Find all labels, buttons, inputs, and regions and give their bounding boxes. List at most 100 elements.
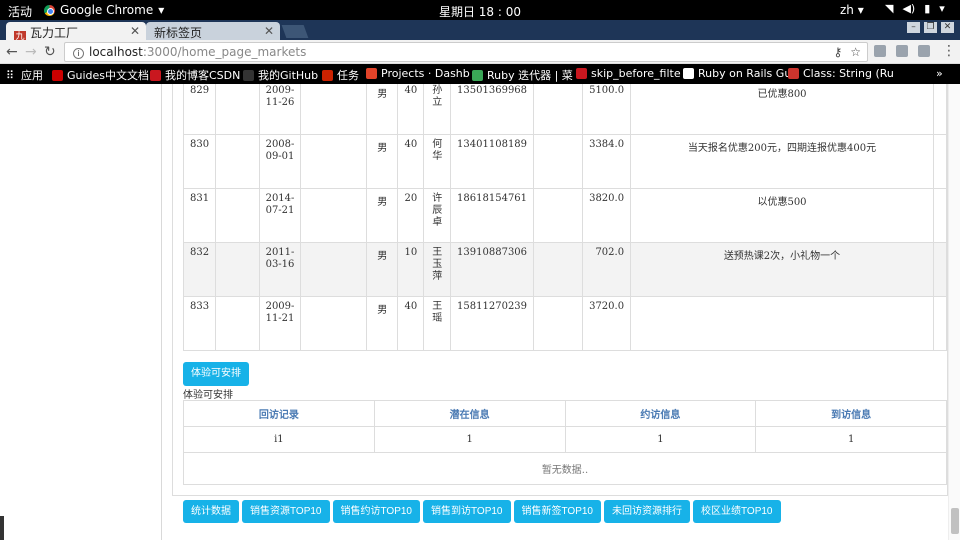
close-tab-icon[interactable]: ✕ [130, 24, 140, 38]
extension-icon[interactable] [896, 45, 908, 57]
content-panel: 829 2009- 11-26 男 40 孙立 13501369968 5100.0 已优惠80… [172, 84, 948, 523]
campus-performance-top10-button[interactable]: 校区业绩TOP10 [693, 500, 781, 523]
reload-icon[interactable]: ↻ [44, 44, 56, 60]
record-id: 831 [182, 188, 217, 243]
ruby-icon [788, 68, 799, 79]
back-icon[interactable]: ← [6, 44, 18, 60]
bookmark-item[interactable]: 我的博客CSDN [150, 67, 240, 83]
wifi-icon: ◥ [885, 2, 894, 15]
empty-cell [533, 188, 584, 243]
forward-icon[interactable]: → [25, 44, 37, 60]
star-icon[interactable]: ☆ [850, 45, 861, 59]
record-name-part: 辰 [432, 205, 443, 216]
empty-cell [533, 242, 584, 297]
minimize-icon[interactable]: – [907, 22, 920, 33]
bookmark-item[interactable]: skip_before_filte [576, 67, 681, 80]
bookmark-label: Ruby 迭代器 | 菜 [487, 69, 573, 82]
bookmark-item[interactable]: Guides中文文档 [52, 67, 149, 83]
bookmark-item[interactable]: Projects · Dashb [366, 67, 470, 80]
table-cell: 1 [373, 426, 566, 453]
empty-cell [533, 84, 584, 135]
bookmark-item[interactable]: ⠿ 应用 [6, 67, 43, 83]
system-tray[interactable]: ◥ ◀) ▮ ▾ [885, 2, 945, 15]
empty-cell [932, 84, 948, 135]
address-bar[interactable]: i localhost:3000/home_page_markets ⚷ ☆ [64, 42, 868, 62]
empty-cell [533, 134, 584, 189]
sales-resource-top10-button[interactable]: 销售资源TOP10 [242, 500, 330, 523]
empty-cell [300, 84, 368, 135]
input-language[interactable]: zh ▾ [840, 3, 864, 17]
record-price: 3384.0 [582, 134, 632, 189]
scrollbar-thumb[interactable] [951, 508, 959, 534]
unvisited-resource-ranking-button[interactable]: 未回访资源排行 [604, 500, 690, 523]
record-gender: 男 [366, 84, 399, 135]
table-cell: i1 [183, 426, 375, 453]
chevron-down-icon: ▾ [939, 2, 945, 15]
sales-appointment-top10-button[interactable]: 销售约访TOP10 [332, 500, 420, 523]
record-id: 832 [182, 242, 217, 297]
record-price: 702.0 [582, 242, 632, 297]
tab-strip: 九瓦力工厂 ✕ 新标签页 ✕ – ❐ ✕ [0, 20, 960, 43]
column-header-arrival-info[interactable]: 到访信息 [755, 400, 947, 427]
sales-signing-top10-button[interactable]: 销售新签TOP10 [513, 500, 601, 523]
record-phone: 15811270239 [450, 296, 535, 351]
bookmarks-bar: ⠿ 应用 Guides中文文档 我的博客CSDN 我的GitHub 任务 Projects … [0, 64, 960, 84]
bookmark-item[interactable]: Class: String (Ru [788, 67, 894, 80]
record-name-part: 许 [432, 193, 443, 204]
info-icon[interactable]: i [73, 48, 84, 59]
table-row: 830 2008- 09-01 男 40 何华 13401108189 3384.0 当天报名优… [182, 134, 948, 189]
empty-cell [215, 134, 260, 189]
statistics-button[interactable]: 统计数据 [183, 500, 239, 523]
bookmark-label: Ruby on Rails Gu [698, 67, 792, 80]
trial-info-table: 回访记录 潜在信息 约访信息 到访信息 i1 1 1 1 暂无数据.. [183, 400, 947, 485]
csdn-icon [576, 68, 587, 79]
volume-icon: ◀) [902, 2, 916, 15]
tab-active[interactable]: 九瓦力工厂 ✕ [6, 22, 146, 43]
more-bookmarks-icon[interactable]: » [936, 67, 943, 80]
system-top-bar: 活动 Google Chrome ▾ 星期日 18 : 00 zh ▾ ◥ ◀)… [0, 0, 960, 20]
bookmark-label: Guides中文文档 [67, 69, 150, 82]
close-window-icon[interactable]: ✕ [941, 22, 954, 33]
record-gender: 男 [366, 134, 399, 189]
empty-cell [215, 188, 260, 243]
bookmark-item[interactable]: Ruby 迭代器 | 菜 [472, 67, 573, 83]
shield-icon[interactable] [918, 45, 930, 57]
bookmark-item[interactable]: Ruby on Rails Gu [683, 67, 791, 80]
record-date: 2009- 11-21 [258, 296, 302, 351]
record-name-part: 王 [432, 301, 443, 312]
trial-schedule-button[interactable]: 体验可安排 [183, 362, 249, 386]
bookmark-item[interactable]: 我的GitHub [243, 67, 318, 83]
new-tab-button[interactable] [281, 25, 309, 38]
battery-icon: ▮ [924, 2, 931, 15]
record-name-part: 何 [432, 139, 443, 150]
record-date: 2009- 11-26 [258, 84, 302, 135]
table-cell: 1 [564, 426, 757, 453]
record-date: 2011- 03-16 [258, 242, 302, 297]
bookmark-label: 应用 [21, 69, 43, 82]
extension-icon[interactable] [874, 45, 886, 57]
clock[interactable]: 星期日 18 : 00 [0, 3, 960, 20]
bookmark-item[interactable]: 任务 [322, 67, 359, 83]
menu-icon[interactable]: ⋮ [942, 43, 956, 59]
record-date-part: 2009- [265, 301, 295, 312]
record-age: 20 [397, 188, 425, 243]
page-scrollbar[interactable] [948, 84, 960, 540]
column-header-visit-records[interactable]: 回访记录 [183, 400, 375, 427]
column-header-potential-info[interactable]: 潜在信息 [373, 400, 566, 427]
record-date-part: 2009- [265, 85, 295, 96]
tab-new[interactable]: 新标签页 ✕ [146, 22, 280, 40]
close-tab-icon[interactable]: ✕ [264, 24, 274, 38]
bookmark-label: skip_before_filte [591, 67, 681, 80]
record-date: 2014- 07-21 [258, 188, 302, 243]
record-phone: 18618154761 [450, 188, 535, 243]
column-header-appointment-info[interactable]: 约访信息 [564, 400, 757, 427]
record-date-part: 2011- [265, 247, 295, 258]
sales-arrival-top10-button[interactable]: 销售到访TOP10 [423, 500, 511, 523]
key-icon[interactable]: ⚷ [833, 45, 842, 59]
empty-cell [215, 296, 260, 351]
restore-icon[interactable]: ❐ [924, 22, 937, 33]
gitlab-icon [366, 68, 377, 79]
record-name-part: 王 [432, 247, 443, 258]
record-name-part: 玉 [432, 259, 443, 270]
record-age: 40 [397, 134, 425, 189]
